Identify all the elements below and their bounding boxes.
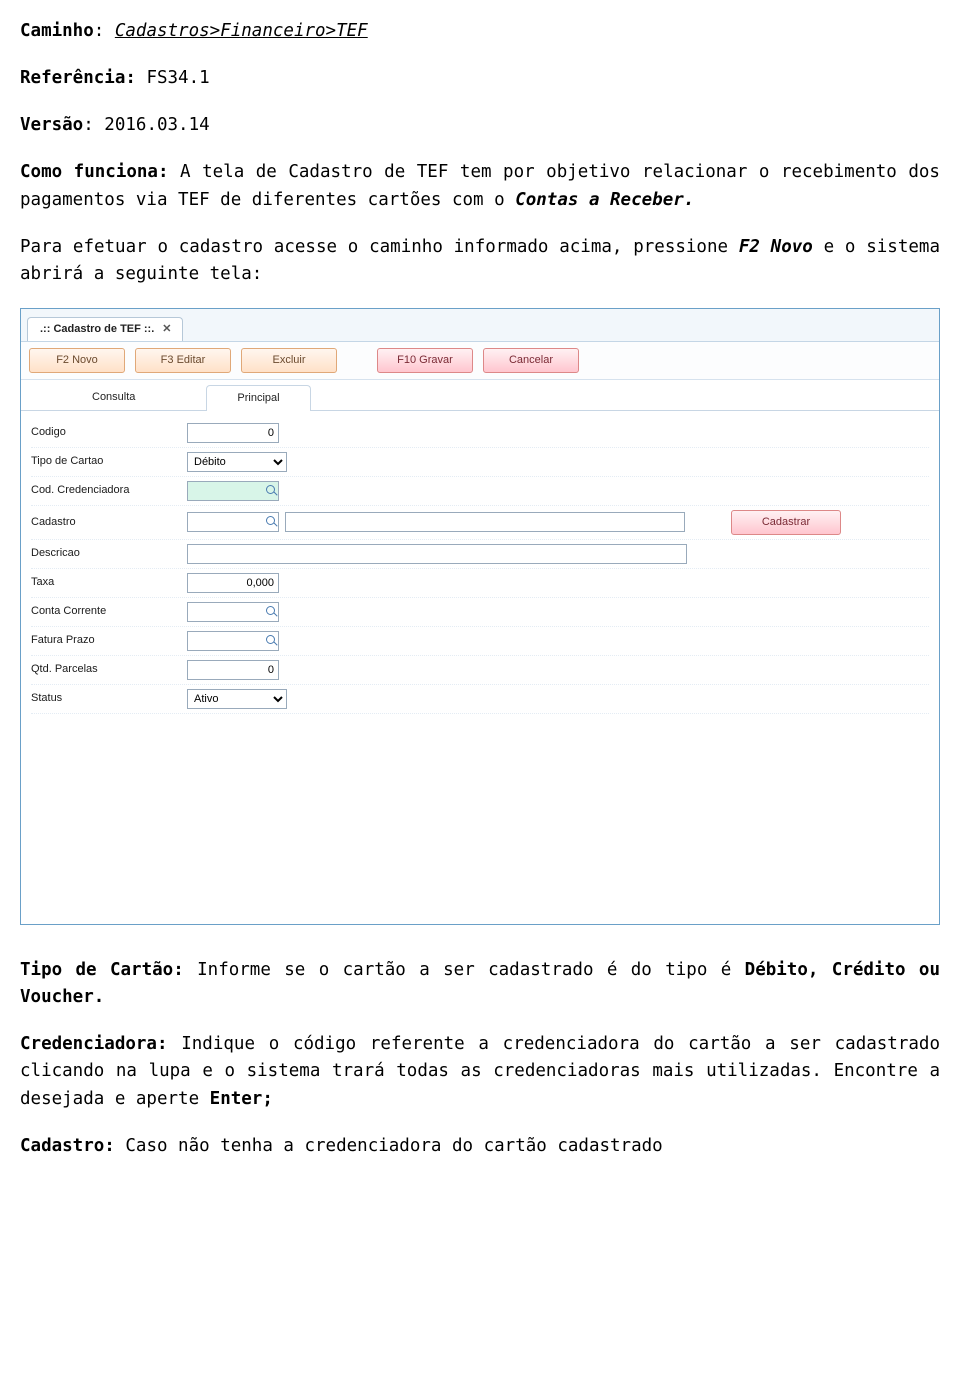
- form-whitespace: [31, 714, 929, 864]
- label-descricao: Descricao: [31, 545, 181, 562]
- window-title: .:: Cadastro de TEF ::.: [40, 321, 154, 338]
- cadastro-desc-input[interactable]: [285, 512, 685, 532]
- conta-corrente-input[interactable]: [187, 602, 279, 622]
- label-fatura-prazo: Fatura Prazo: [31, 632, 181, 649]
- window-tab[interactable]: .:: Cadastro de TEF ::. ✕: [27, 317, 183, 341]
- taxa-input[interactable]: [187, 573, 279, 593]
- screenshot-cadastro-tef: .:: Cadastro de TEF ::. ✕ F2 Novo F3 Edi…: [20, 308, 940, 925]
- cadastro-input[interactable]: [187, 512, 279, 532]
- subtabs: Consulta Principal: [21, 380, 939, 411]
- close-icon[interactable]: ✕: [162, 321, 171, 338]
- cancelar-button[interactable]: Cancelar: [483, 348, 579, 373]
- codigo-input[interactable]: [187, 423, 279, 443]
- intro-paragraph: Como funciona: A tela de Cadastro de TEF…: [20, 159, 940, 213]
- tab-consulta[interactable]: Consulta: [61, 384, 166, 410]
- credenciadora-paragraph: Credenciadora: Indique o código referent…: [20, 1031, 940, 1112]
- tipo-cartao-paragraph: Tipo de Cartão: Informe se o cartão a se…: [20, 957, 940, 1011]
- toolbar: F2 Novo F3 Editar Excluir F10 Gravar Can…: [21, 342, 939, 380]
- reference-line: Referência: FS34.1: [20, 65, 940, 92]
- label-tipo-cartao: Tipo de Cartao: [31, 453, 181, 470]
- breadcrumb-line: Caminho: Cadastros>Financeiro>TEF: [20, 18, 940, 45]
- editar-button[interactable]: F3 Editar: [135, 348, 231, 373]
- label-cadastro: Cadastro: [31, 514, 181, 531]
- gravar-button[interactable]: F10 Gravar: [377, 348, 473, 373]
- cod-credenciadora-input[interactable]: [187, 481, 279, 501]
- tipo-cartao-select[interactable]: Débito: [187, 452, 287, 472]
- cadastro-paragraph: Cadastro: Caso não tenha a credenciadora…: [20, 1133, 940, 1160]
- descricao-input[interactable]: [187, 544, 687, 564]
- label-cod-credenciadora: Cod. Credenciadora: [31, 482, 181, 499]
- novo-button[interactable]: F2 Novo: [29, 348, 125, 373]
- form-area: Codigo Tipo de Cartao Débito Cod. Creden…: [21, 411, 939, 924]
- instruction-paragraph: Para efetuar o cadastro acesse o caminho…: [20, 234, 940, 288]
- label-status: Status: [31, 690, 181, 707]
- label-conta-corrente: Conta Corrente: [31, 603, 181, 620]
- label-qtd-parcelas: Qtd. Parcelas: [31, 661, 181, 678]
- label-taxa: Taxa: [31, 574, 181, 591]
- status-select[interactable]: Ativo: [187, 689, 287, 709]
- qtd-parcelas-input[interactable]: [187, 660, 279, 680]
- window-tab-header: .:: Cadastro de TEF ::. ✕: [21, 309, 939, 342]
- tab-principal[interactable]: Principal: [206, 385, 310, 411]
- version-line: Versão: 2016.03.14: [20, 112, 940, 139]
- fatura-prazo-input[interactable]: [187, 631, 279, 651]
- cadastrar-button[interactable]: Cadastrar: [731, 510, 841, 535]
- label-codigo: Codigo: [31, 424, 181, 441]
- excluir-button[interactable]: Excluir: [241, 348, 337, 373]
